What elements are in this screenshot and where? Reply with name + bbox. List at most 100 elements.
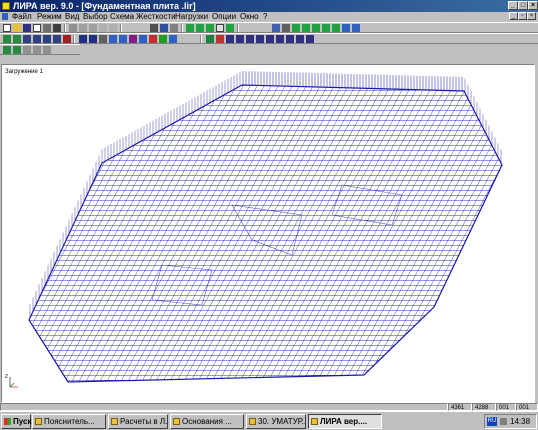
- task-label: 30. УМАТУР...: [258, 417, 306, 426]
- language-indicator[interactable]: RU: [487, 417, 497, 426]
- toolbar-view: [0, 44, 80, 55]
- clock[interactable]: 14:38: [510, 415, 530, 428]
- zoom-in-icon[interactable]: [186, 24, 194, 32]
- new-file-icon[interactable]: [3, 24, 11, 32]
- arrow-up-icon[interactable]: [43, 46, 51, 54]
- zoom-window-icon[interactable]: [206, 24, 214, 32]
- maximize-button[interactable]: □: [518, 1, 528, 10]
- menu-scheme[interactable]: Схема: [110, 12, 134, 22]
- system-tray: RU 14:38: [484, 414, 537, 429]
- menu-window[interactable]: Окно: [240, 12, 259, 22]
- perspective-icon[interactable]: [332, 24, 340, 32]
- window-title: ЛИРА вер. 9.0 - [Фундаментная плита .lir…: [13, 1, 196, 11]
- hinge-icon[interactable]: [119, 35, 127, 43]
- mdi-minimize-button[interactable]: _: [509, 12, 518, 20]
- add-node-icon[interactable]: [23, 35, 31, 43]
- spring-icon[interactable]: [276, 35, 284, 43]
- menu-view[interactable]: Вид: [65, 12, 79, 22]
- close-button[interactable]: ×: [528, 1, 538, 10]
- mesh-icon[interactable]: [43, 35, 51, 43]
- select-node-icon[interactable]: [150, 24, 158, 32]
- menu-help[interactable]: ?: [263, 12, 267, 22]
- move-view-icon[interactable]: [3, 46, 11, 54]
- axes-icon[interactable]: [139, 35, 147, 43]
- foundation-slab-mesh: Z: [5, 71, 503, 388]
- arrow-left-icon[interactable]: [23, 46, 31, 54]
- load-icon[interactable]: [149, 35, 157, 43]
- mdi-restore-button[interactable]: ▫: [518, 12, 527, 20]
- taskbar-item-lira[interactable]: ЛИРА вер....: [308, 414, 382, 429]
- copy-scheme-icon[interactable]: [79, 35, 87, 43]
- title-bar[interactable]: ЛИРА вер. 9.0 - [Фундаментная плита .lir…: [0, 0, 538, 12]
- open-folder-icon[interactable]: [13, 24, 21, 32]
- paste-icon[interactable]: [89, 24, 97, 32]
- pile-icon[interactable]: [306, 35, 314, 43]
- menu-bar: Файл Режим Вид Выбор Схема Жесткости Наг…: [0, 12, 538, 22]
- bed-icon[interactable]: [256, 35, 264, 43]
- menu-mode[interactable]: Режим: [37, 12, 62, 22]
- zoom-out-icon[interactable]: [196, 24, 204, 32]
- print-icon[interactable]: [33, 24, 41, 32]
- taskbar: Пуск Пояснитель... Расчеты в Л... Основа…: [0, 411, 538, 430]
- menu-stiffness[interactable]: Жесткости: [136, 12, 176, 22]
- cut-icon[interactable]: [69, 24, 77, 32]
- error-icon[interactable]: [216, 35, 224, 43]
- menu-select[interactable]: Выбор: [83, 12, 108, 22]
- projection-icon[interactable]: [322, 24, 330, 32]
- zoom-fit-icon[interactable]: [216, 24, 224, 32]
- menu-options[interactable]: Опции: [212, 12, 236, 22]
- move-icon[interactable]: [89, 35, 97, 43]
- taskbar-item-explanatory[interactable]: Пояснитель...: [32, 414, 106, 429]
- minimize-button[interactable]: _: [508, 1, 518, 10]
- restraint-icon[interactable]: [109, 35, 117, 43]
- copy-icon[interactable]: [79, 24, 87, 32]
- numbering-icon[interactable]: [129, 35, 137, 43]
- undo-icon[interactable]: [99, 24, 107, 32]
- select-element-icon[interactable]: [160, 24, 168, 32]
- filter-icon[interactable]: [272, 24, 280, 32]
- menu-loads[interactable]: Нагрузки: [175, 12, 208, 22]
- link-icon[interactable]: [286, 35, 294, 43]
- rotate-y-icon[interactable]: [302, 24, 310, 32]
- model-viewport[interactable]: Загружение 1 Z: [1, 64, 535, 403]
- document-icon[interactable]: [2, 13, 8, 20]
- delete-icon[interactable]: [63, 35, 71, 43]
- calculator-icon[interactable]: [53, 24, 61, 32]
- menu-file[interactable]: Файл: [12, 12, 32, 22]
- taskbar-item-calculations[interactable]: Расчеты в Л...: [108, 414, 168, 429]
- start-button[interactable]: Пуск: [1, 414, 31, 429]
- flag-icon[interactable]: [282, 24, 290, 32]
- soil-icon[interactable]: [266, 35, 274, 43]
- taskbar-item-foundations[interactable]: Основания ...: [170, 414, 244, 429]
- mdi-close-button[interactable]: ×: [527, 12, 536, 20]
- material-icon[interactable]: [246, 35, 254, 43]
- info-icon[interactable]: [169, 35, 177, 43]
- speaker-icon[interactable]: [500, 418, 507, 425]
- plate-icon[interactable]: [53, 35, 61, 43]
- redo-icon[interactable]: [109, 24, 117, 32]
- grid-nodes-icon[interactable]: [13, 35, 21, 43]
- select-area-icon[interactable]: [170, 24, 178, 32]
- section-icon[interactable]: [236, 35, 244, 43]
- axis-z-label: Z: [5, 374, 8, 380]
- triangle-icon[interactable]: [206, 35, 214, 43]
- task-label: Основания ...: [182, 417, 232, 426]
- stiffness-icon[interactable]: [226, 35, 234, 43]
- rotate-x-icon[interactable]: [292, 24, 300, 32]
- arrow-right-icon[interactable]: [33, 46, 41, 54]
- add-element-icon[interactable]: [33, 35, 41, 43]
- ok-icon[interactable]: [159, 35, 167, 43]
- view-3d-icon[interactable]: [352, 24, 360, 32]
- chain-icon[interactable]: [296, 35, 304, 43]
- status-fragment: 001: [516, 403, 538, 411]
- preview-icon[interactable]: [43, 24, 51, 32]
- rotate-z-icon[interactable]: [312, 24, 320, 32]
- view-icon[interactable]: [342, 24, 350, 32]
- pack-icon[interactable]: [99, 35, 107, 43]
- save-icon[interactable]: [23, 24, 31, 32]
- grid-icon[interactable]: [3, 35, 11, 43]
- pan-icon[interactable]: [226, 24, 234, 32]
- rotate-view-icon[interactable]: [13, 46, 21, 54]
- taskbar-item-umatur[interactable]: 30. УМАТУР...: [246, 414, 306, 429]
- status-elements: 4288: [472, 403, 496, 411]
